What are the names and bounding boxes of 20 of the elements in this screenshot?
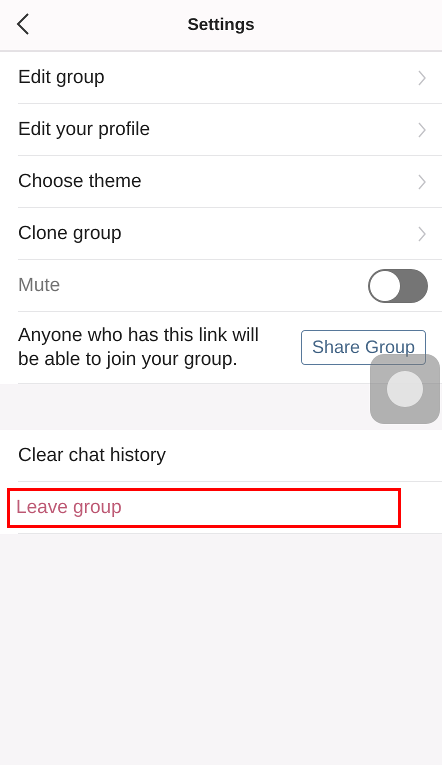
share-group-button[interactable]: Share Group [300,330,426,365]
settings-row[interactable]: Clone group [18,208,442,260]
back-icon[interactable] [16,12,30,36]
row-label: Clone group [18,222,122,244]
row-label: Mute [18,274,60,296]
action-label[interactable]: Leave group [10,490,398,524]
screen-title: Settings [187,15,255,35]
chevron-icon [418,226,426,242]
chevron-icon [418,122,426,138]
settings-row[interactable]: Edit group [18,52,442,104]
row-label: Choose theme [18,170,142,192]
share-description: Anyone who has this link will be able to join your group. [18,324,260,372]
row-label: Edit group [18,66,105,88]
row-label: Edit your profile [18,118,150,140]
toggle-switch[interactable] [368,268,428,302]
action-label[interactable]: Clear chat history [18,444,166,466]
chevron-icon [418,70,426,86]
settings-row[interactable]: Edit your profile [18,104,442,156]
settings-row[interactable]: Choose theme [18,156,442,208]
chevron-icon [418,174,426,190]
